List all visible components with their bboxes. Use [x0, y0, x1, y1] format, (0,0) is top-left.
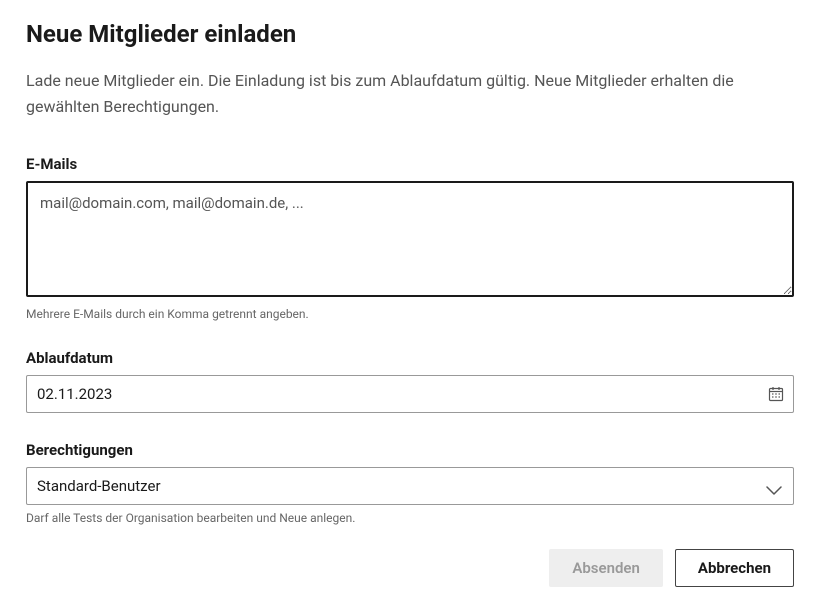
emails-help-text: Mehrere E-Mails durch ein Komma getrennt…: [26, 307, 794, 321]
emails-input[interactable]: [26, 181, 794, 297]
cancel-button[interactable]: Abbrechen: [675, 549, 794, 587]
permissions-select[interactable]: Standard-Benutzer: [26, 467, 794, 505]
expiration-field-group: Ablaufdatum: [26, 349, 794, 413]
emails-field-group: E-Mails Mehrere E-Mails durch ein Komma …: [26, 155, 794, 321]
date-input-wrapper: [26, 375, 794, 413]
submit-button[interactable]: Absenden: [549, 549, 663, 587]
permissions-help-text: Darf alle Tests der Organisation bearbei…: [26, 511, 794, 525]
page-description: Lade neue Mitglieder ein. Die Einladung …: [26, 68, 794, 119]
select-wrapper: Standard-Benutzer: [26, 467, 794, 505]
button-row: Absenden Abbrechen: [26, 549, 794, 587]
emails-label: E-Mails: [26, 155, 794, 173]
expiration-label: Ablaufdatum: [26, 349, 794, 367]
page-title: Neue Mitglieder einladen: [26, 20, 794, 48]
permissions-label: Berechtigungen: [26, 441, 794, 459]
permissions-field-group: Berechtigungen Standard-Benutzer Darf al…: [26, 441, 794, 525]
expiration-input[interactable]: [26, 375, 794, 413]
